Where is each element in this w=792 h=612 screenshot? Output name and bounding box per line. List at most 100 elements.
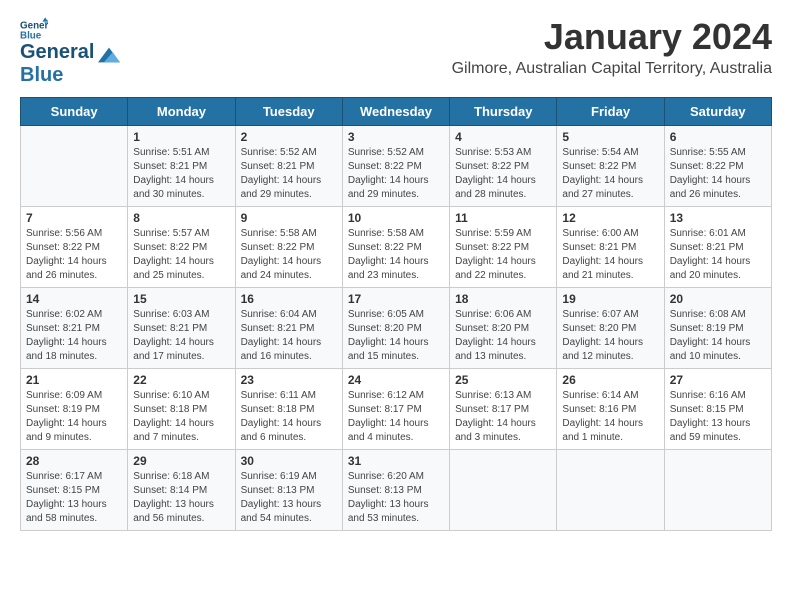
day-number: 30 xyxy=(241,454,337,468)
calendar-cell: 25Sunrise: 6:13 AM Sunset: 8:17 PM Dayli… xyxy=(450,369,557,450)
day-number: 4 xyxy=(455,130,551,144)
calendar-week-row: 14 Sunrise: 6:02 AM Sunset: 8:21 PM Dayli… xyxy=(21,288,772,369)
day-detail: Sunrise: 6:02 AM Sunset: 8:21 PM Dayligh… xyxy=(26,308,122,364)
day-detail: Sunrise: 6:12 AM Sunset: 8:17 PM Dayligh… xyxy=(348,389,444,445)
calendar-cell: 21 Sunrise: 6:09 AM Sunset: 8:19 PM Dayli… xyxy=(21,369,128,450)
day-detail: Sunrise: 6:13 AM Sunset: 8:17 PM Dayligh… xyxy=(455,389,551,445)
calendar-cell xyxy=(664,450,771,531)
day-number: 5 xyxy=(562,130,658,144)
day-detail: Sunrise: 6:18 AM Sunset: 8:14 PM Dayligh… xyxy=(133,470,229,526)
calendar-cell xyxy=(557,450,664,531)
logo-arrow-icon xyxy=(98,44,120,66)
calendar-cell: 19Sunrise: 6:07 AM Sunset: 8:20 PM Dayli… xyxy=(557,288,664,369)
day-number: 21 xyxy=(26,373,122,387)
day-detail: Sunrise: 6:06 AM Sunset: 8:20 PM Dayligh… xyxy=(455,308,551,364)
day-number: 10 xyxy=(348,211,444,225)
day-detail: Sunrise: 6:20 AM Sunset: 8:13 PM Dayligh… xyxy=(348,470,444,526)
location-title: Gilmore, Australian Capital Territory, A… xyxy=(452,60,772,78)
day-number: 15 xyxy=(133,292,229,306)
calendar-cell: 14 Sunrise: 6:02 AM Sunset: 8:21 PM Dayli… xyxy=(21,288,128,369)
day-detail: Sunrise: 6:16 AM Sunset: 8:15 PM Dayligh… xyxy=(670,389,766,445)
day-number: 22 xyxy=(133,373,229,387)
day-number: 13 xyxy=(670,211,766,225)
calendar-cell: 31 Sunrise: 6:20 AM Sunset: 8:13 PM Dayli… xyxy=(342,450,449,531)
day-detail: Sunrise: 5:52 AM Sunset: 8:21 PM Dayligh… xyxy=(241,146,337,202)
month-title: January 2024 xyxy=(452,16,772,58)
calendar-week-row: 1Sunrise: 5:51 AM Sunset: 8:21 PM Daylig… xyxy=(21,126,772,207)
calendar-week-row: 28Sunrise: 6:17 AM Sunset: 8:15 PM Dayli… xyxy=(21,450,772,531)
calendar-cell: 23 Sunrise: 6:11 AM Sunset: 8:18 PM Dayli… xyxy=(235,369,342,450)
day-number: 18 xyxy=(455,292,551,306)
calendar-cell: 13 Sunrise: 6:01 AM Sunset: 8:21 PM Dayli… xyxy=(664,207,771,288)
day-number: 14 xyxy=(26,292,122,306)
header: General Blue General Blue January 2024 G… xyxy=(20,16,772,87)
logo-icon: General Blue xyxy=(20,16,48,44)
day-detail: Sunrise: 5:58 AM Sunset: 8:22 PM Dayligh… xyxy=(348,227,444,283)
calendar-week-row: 21 Sunrise: 6:09 AM Sunset: 8:19 PM Dayli… xyxy=(21,369,772,450)
day-detail: Sunrise: 6:00 AM Sunset: 8:21 PM Dayligh… xyxy=(562,227,658,283)
calendar-cell: 2 Sunrise: 5:52 AM Sunset: 8:21 PM Daylig… xyxy=(235,126,342,207)
day-number: 27 xyxy=(670,373,766,387)
calendar-week-row: 7 Sunrise: 5:56 AM Sunset: 8:22 PM Daylig… xyxy=(21,207,772,288)
day-number: 11 xyxy=(455,211,551,225)
calendar-cell: 27 Sunrise: 6:16 AM Sunset: 8:15 PM Dayli… xyxy=(664,369,771,450)
day-detail: Sunrise: 5:58 AM Sunset: 8:22 PM Dayligh… xyxy=(241,227,337,283)
day-header-sunday: Sunday xyxy=(21,98,128,126)
calendar-cell xyxy=(450,450,557,531)
day-number: 17 xyxy=(348,292,444,306)
day-detail: Sunrise: 6:03 AM Sunset: 8:21 PM Dayligh… xyxy=(133,308,229,364)
calendar-cell xyxy=(21,126,128,207)
day-detail: Sunrise: 5:56 AM Sunset: 8:22 PM Dayligh… xyxy=(26,227,122,283)
calendar-cell: 4 Sunrise: 5:53 AM Sunset: 8:22 PM Daylig… xyxy=(450,126,557,207)
day-detail: Sunrise: 5:55 AM Sunset: 8:22 PM Dayligh… xyxy=(670,146,766,202)
day-detail: Sunrise: 5:53 AM Sunset: 8:22 PM Dayligh… xyxy=(455,146,551,202)
day-number: 29 xyxy=(133,454,229,468)
day-number: 31 xyxy=(348,454,444,468)
calendar-cell: 15 Sunrise: 6:03 AM Sunset: 8:21 PM Dayli… xyxy=(128,288,235,369)
day-header-tuesday: Tuesday xyxy=(235,98,342,126)
calendar-cell: 12 Sunrise: 6:00 AM Sunset: 8:21 PM Dayli… xyxy=(557,207,664,288)
day-detail: Sunrise: 5:52 AM Sunset: 8:22 PM Dayligh… xyxy=(348,146,444,202)
day-detail: Sunrise: 5:54 AM Sunset: 8:22 PM Dayligh… xyxy=(562,146,658,202)
day-detail: Sunrise: 6:14 AM Sunset: 8:16 PM Dayligh… xyxy=(562,389,658,445)
day-number: 3 xyxy=(348,130,444,144)
calendar-cell: 17 Sunrise: 6:05 AM Sunset: 8:20 PM Dayli… xyxy=(342,288,449,369)
calendar-cell: 11 Sunrise: 5:59 AM Sunset: 8:22 PM Dayli… xyxy=(450,207,557,288)
day-header-monday: Monday xyxy=(128,98,235,126)
logo: General Blue General Blue xyxy=(20,16,120,87)
day-number: 7 xyxy=(26,211,122,225)
calendar-cell: 7 Sunrise: 5:56 AM Sunset: 8:22 PM Daylig… xyxy=(21,207,128,288)
calendar-cell: 8 Sunrise: 5:57 AM Sunset: 8:22 PM Daylig… xyxy=(128,207,235,288)
day-number: 23 xyxy=(241,373,337,387)
day-detail: Sunrise: 5:57 AM Sunset: 8:22 PM Dayligh… xyxy=(133,227,229,283)
calendar-cell: 20Sunrise: 6:08 AM Sunset: 8:19 PM Dayli… xyxy=(664,288,771,369)
calendar-cell: 18 Sunrise: 6:06 AM Sunset: 8:20 PM Dayli… xyxy=(450,288,557,369)
day-number: 28 xyxy=(26,454,122,468)
day-header-wednesday: Wednesday xyxy=(342,98,449,126)
day-number: 12 xyxy=(562,211,658,225)
day-detail: Sunrise: 5:59 AM Sunset: 8:22 PM Dayligh… xyxy=(455,227,551,283)
day-number: 19 xyxy=(562,292,658,306)
svg-text:Blue: Blue xyxy=(20,30,42,41)
day-number: 2 xyxy=(241,130,337,144)
title-block: January 2024 Gilmore, Australian Capital… xyxy=(452,16,772,78)
day-detail: Sunrise: 6:10 AM Sunset: 8:18 PM Dayligh… xyxy=(133,389,229,445)
calendar-cell: 26Sunrise: 6:14 AM Sunset: 8:16 PM Dayli… xyxy=(557,369,664,450)
day-number: 8 xyxy=(133,211,229,225)
day-detail: Sunrise: 6:04 AM Sunset: 8:21 PM Dayligh… xyxy=(241,308,337,364)
calendar-cell: 6 Sunrise: 5:55 AM Sunset: 8:22 PM Daylig… xyxy=(664,126,771,207)
day-detail: Sunrise: 6:01 AM Sunset: 8:21 PM Dayligh… xyxy=(670,227,766,283)
calendar-cell: 10 Sunrise: 5:58 AM Sunset: 8:22 PM Dayli… xyxy=(342,207,449,288)
day-detail: Sunrise: 6:05 AM Sunset: 8:20 PM Dayligh… xyxy=(348,308,444,364)
day-detail: Sunrise: 6:09 AM Sunset: 8:19 PM Dayligh… xyxy=(26,389,122,445)
day-number: 20 xyxy=(670,292,766,306)
day-number: 6 xyxy=(670,130,766,144)
calendar-cell: 28Sunrise: 6:17 AM Sunset: 8:15 PM Dayli… xyxy=(21,450,128,531)
calendar-cell: 3 Sunrise: 5:52 AM Sunset: 8:22 PM Daylig… xyxy=(342,126,449,207)
calendar-cell: 5 Sunrise: 5:54 AM Sunset: 8:22 PM Daylig… xyxy=(557,126,664,207)
calendar-cell: 24Sunrise: 6:12 AM Sunset: 8:17 PM Dayli… xyxy=(342,369,449,450)
calendar-cell: 9 Sunrise: 5:58 AM Sunset: 8:22 PM Daylig… xyxy=(235,207,342,288)
day-number: 16 xyxy=(241,292,337,306)
day-detail: Sunrise: 6:11 AM Sunset: 8:18 PM Dayligh… xyxy=(241,389,337,445)
day-number: 9 xyxy=(241,211,337,225)
